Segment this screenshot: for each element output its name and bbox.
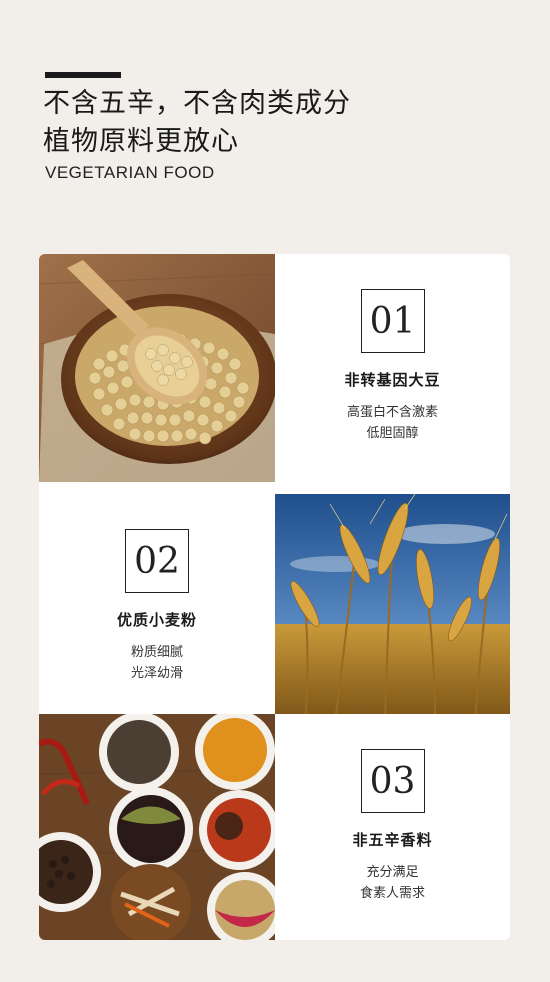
soybeans-photo [39, 254, 275, 482]
feature-card-01: 01 非转基因大豆 高蛋白不含激素 低胆固醇 [275, 254, 510, 482]
feature-card-02: 02 优质小麦粉 粉质细腻 光泽幼滑 [39, 494, 275, 722]
spices-photo [39, 714, 275, 940]
feature-desc-01-line2: 低胆固醇 [366, 426, 419, 441]
feature-title-03: 非五辛香料 [352, 831, 433, 849]
wheat-field-photo [275, 494, 510, 722]
feature-number-01: 01 [360, 289, 425, 353]
feature-desc-02-line1: 粉质细腻 [130, 645, 183, 660]
title-line-2: 植物原料更放心 [43, 126, 239, 157]
feature-card-03: 03 非五辛香料 充分满足 食素人需求 [275, 714, 510, 940]
feature-title-01: 非转基因大豆 [344, 371, 441, 389]
feature-desc-01-line1: 高蛋白不含激素 [346, 405, 438, 420]
feature-desc-03-line1: 充分满足 [366, 865, 419, 880]
feature-grid: 01 非转基因大豆 高蛋白不含激素 低胆固醇 02 优质小麦粉 粉质细腻 光泽幼… [39, 254, 510, 940]
accent-bar [45, 72, 121, 78]
feature-number-02: 02 [125, 529, 189, 593]
page-subtitle: VEGETARIAN FOOD [45, 163, 215, 182]
title-line-1: 不含五辛，不含肉类成分 [43, 88, 351, 119]
feature-title-02: 优质小麦粉 [116, 611, 197, 629]
feature-desc-03-line2: 食素人需求 [359, 886, 425, 901]
page-title: 不含五辛，不含肉类成分 植物原料更放心 [43, 85, 351, 161]
feature-desc-02-line2: 光泽幼滑 [130, 666, 183, 681]
feature-number-03: 03 [360, 749, 425, 813]
